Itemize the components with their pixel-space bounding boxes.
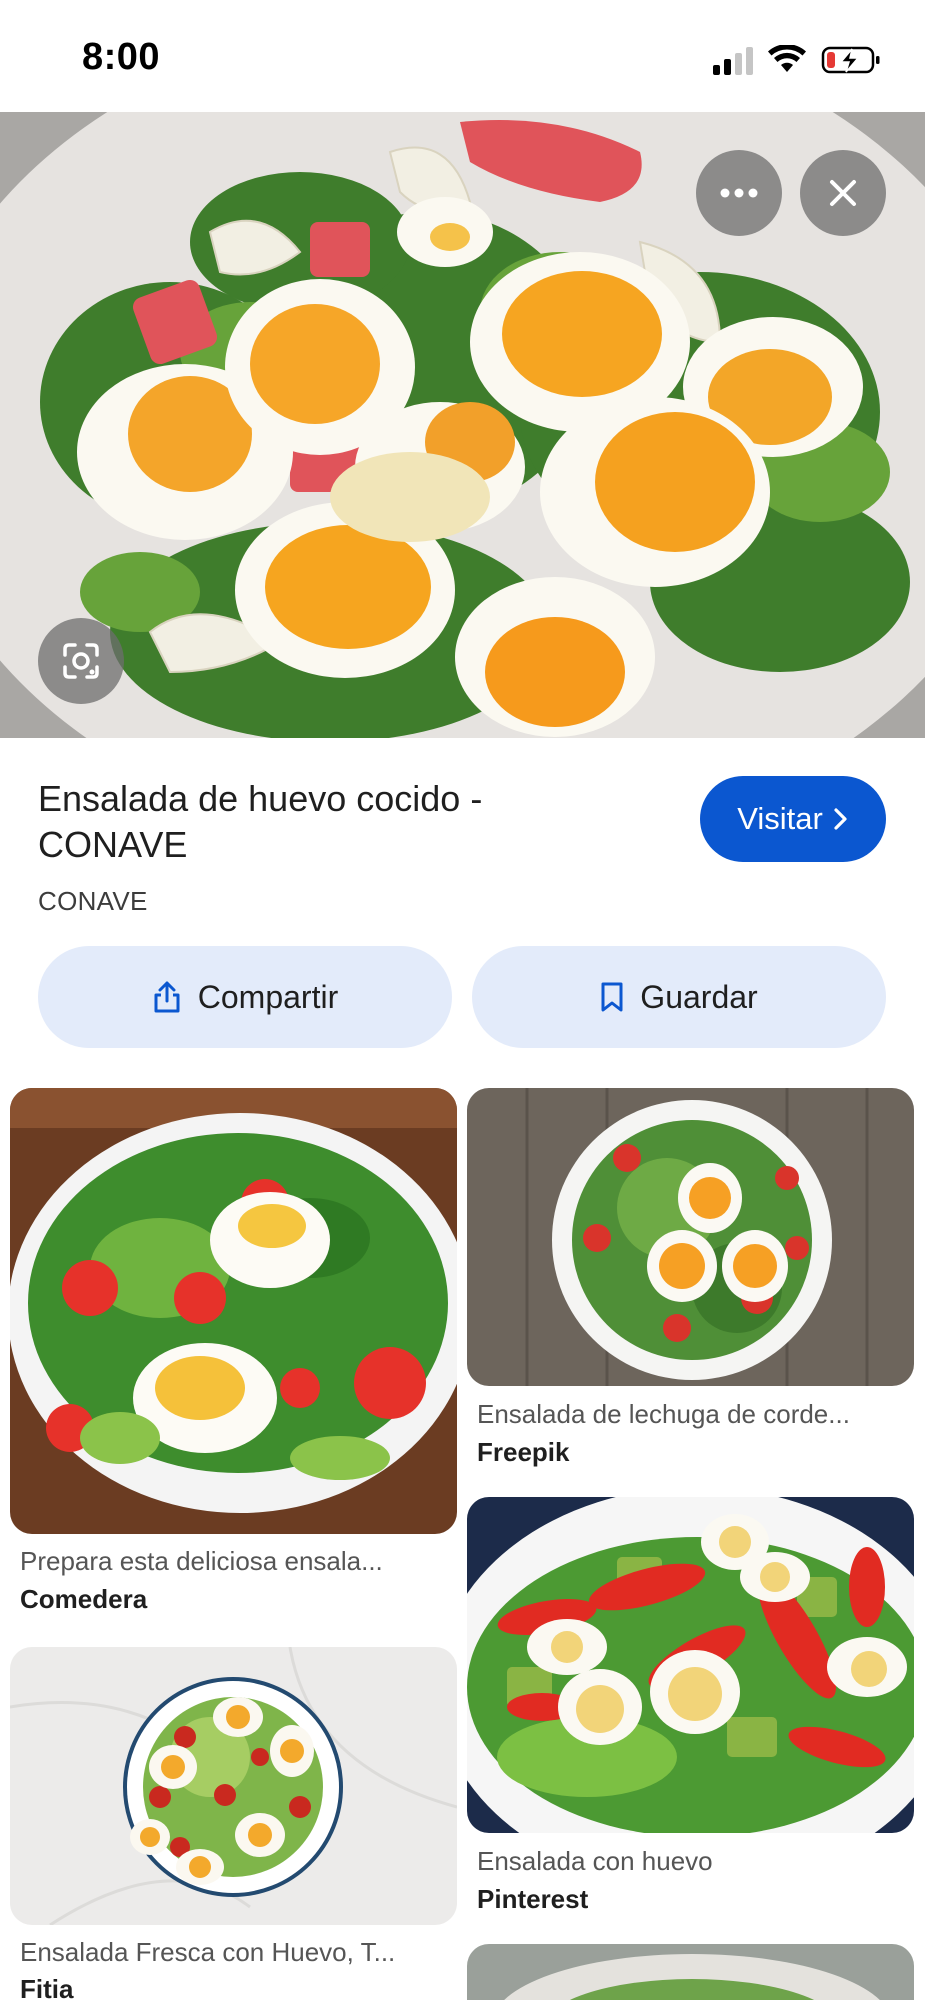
share-button-label: Compartir [197,978,339,1015]
related-image-3[interactable] [10,1647,457,1925]
related-image-2[interactable] [467,1088,914,1386]
related-image-1[interactable] [10,1088,457,1534]
related-source-3: Fitia [20,1974,74,2000]
related-caption-4[interactable]: Ensalada con huevo [477,1846,905,1877]
share-button[interactable]: Compartir [38,946,452,1048]
hero-image[interactable] [0,112,925,738]
chevron-right-icon [834,808,847,830]
close-icon [830,180,856,206]
status-bar: 8:00 [0,0,925,112]
related-source-2: Freepik [477,1437,570,1467]
status-icons [713,40,881,80]
result-source: CONAVE [38,886,148,916]
cellular-signal-icon [713,45,753,75]
related-caption-2[interactable]: Ensalada de lechuga de corde... [477,1399,905,1430]
related-image-5[interactable] [467,1944,914,2000]
related-source-4: Pinterest [477,1884,589,1914]
wifi-icon [768,45,806,72]
close-button[interactable] [800,150,886,236]
lens-search-button[interactable] [38,618,124,704]
lens-icon [63,643,99,679]
related-caption-3[interactable]: Ensalada Fresca con Huevo, T... [20,1937,440,1968]
related-image-4[interactable] [467,1497,914,1833]
more-options-button[interactable] [696,150,782,236]
save-button-label: Guardar [640,978,758,1015]
related-caption-1[interactable]: Prepara esta deliciosa ensala... [20,1546,440,1577]
more-horiz-icon [720,188,758,198]
visit-button-label: Visitar [737,801,823,836]
status-time: 8:00 [82,36,161,78]
related-source-1: Comedera [20,1584,148,1614]
save-button[interactable]: Guardar [472,946,886,1048]
battery-charging-icon [821,46,880,74]
result-title[interactable]: Ensalada de huevo cocido - CONAVE [38,776,598,868]
visit-button[interactable]: Visitar [700,776,886,862]
bookmark-icon [601,982,623,1012]
share-icon [154,981,180,1013]
